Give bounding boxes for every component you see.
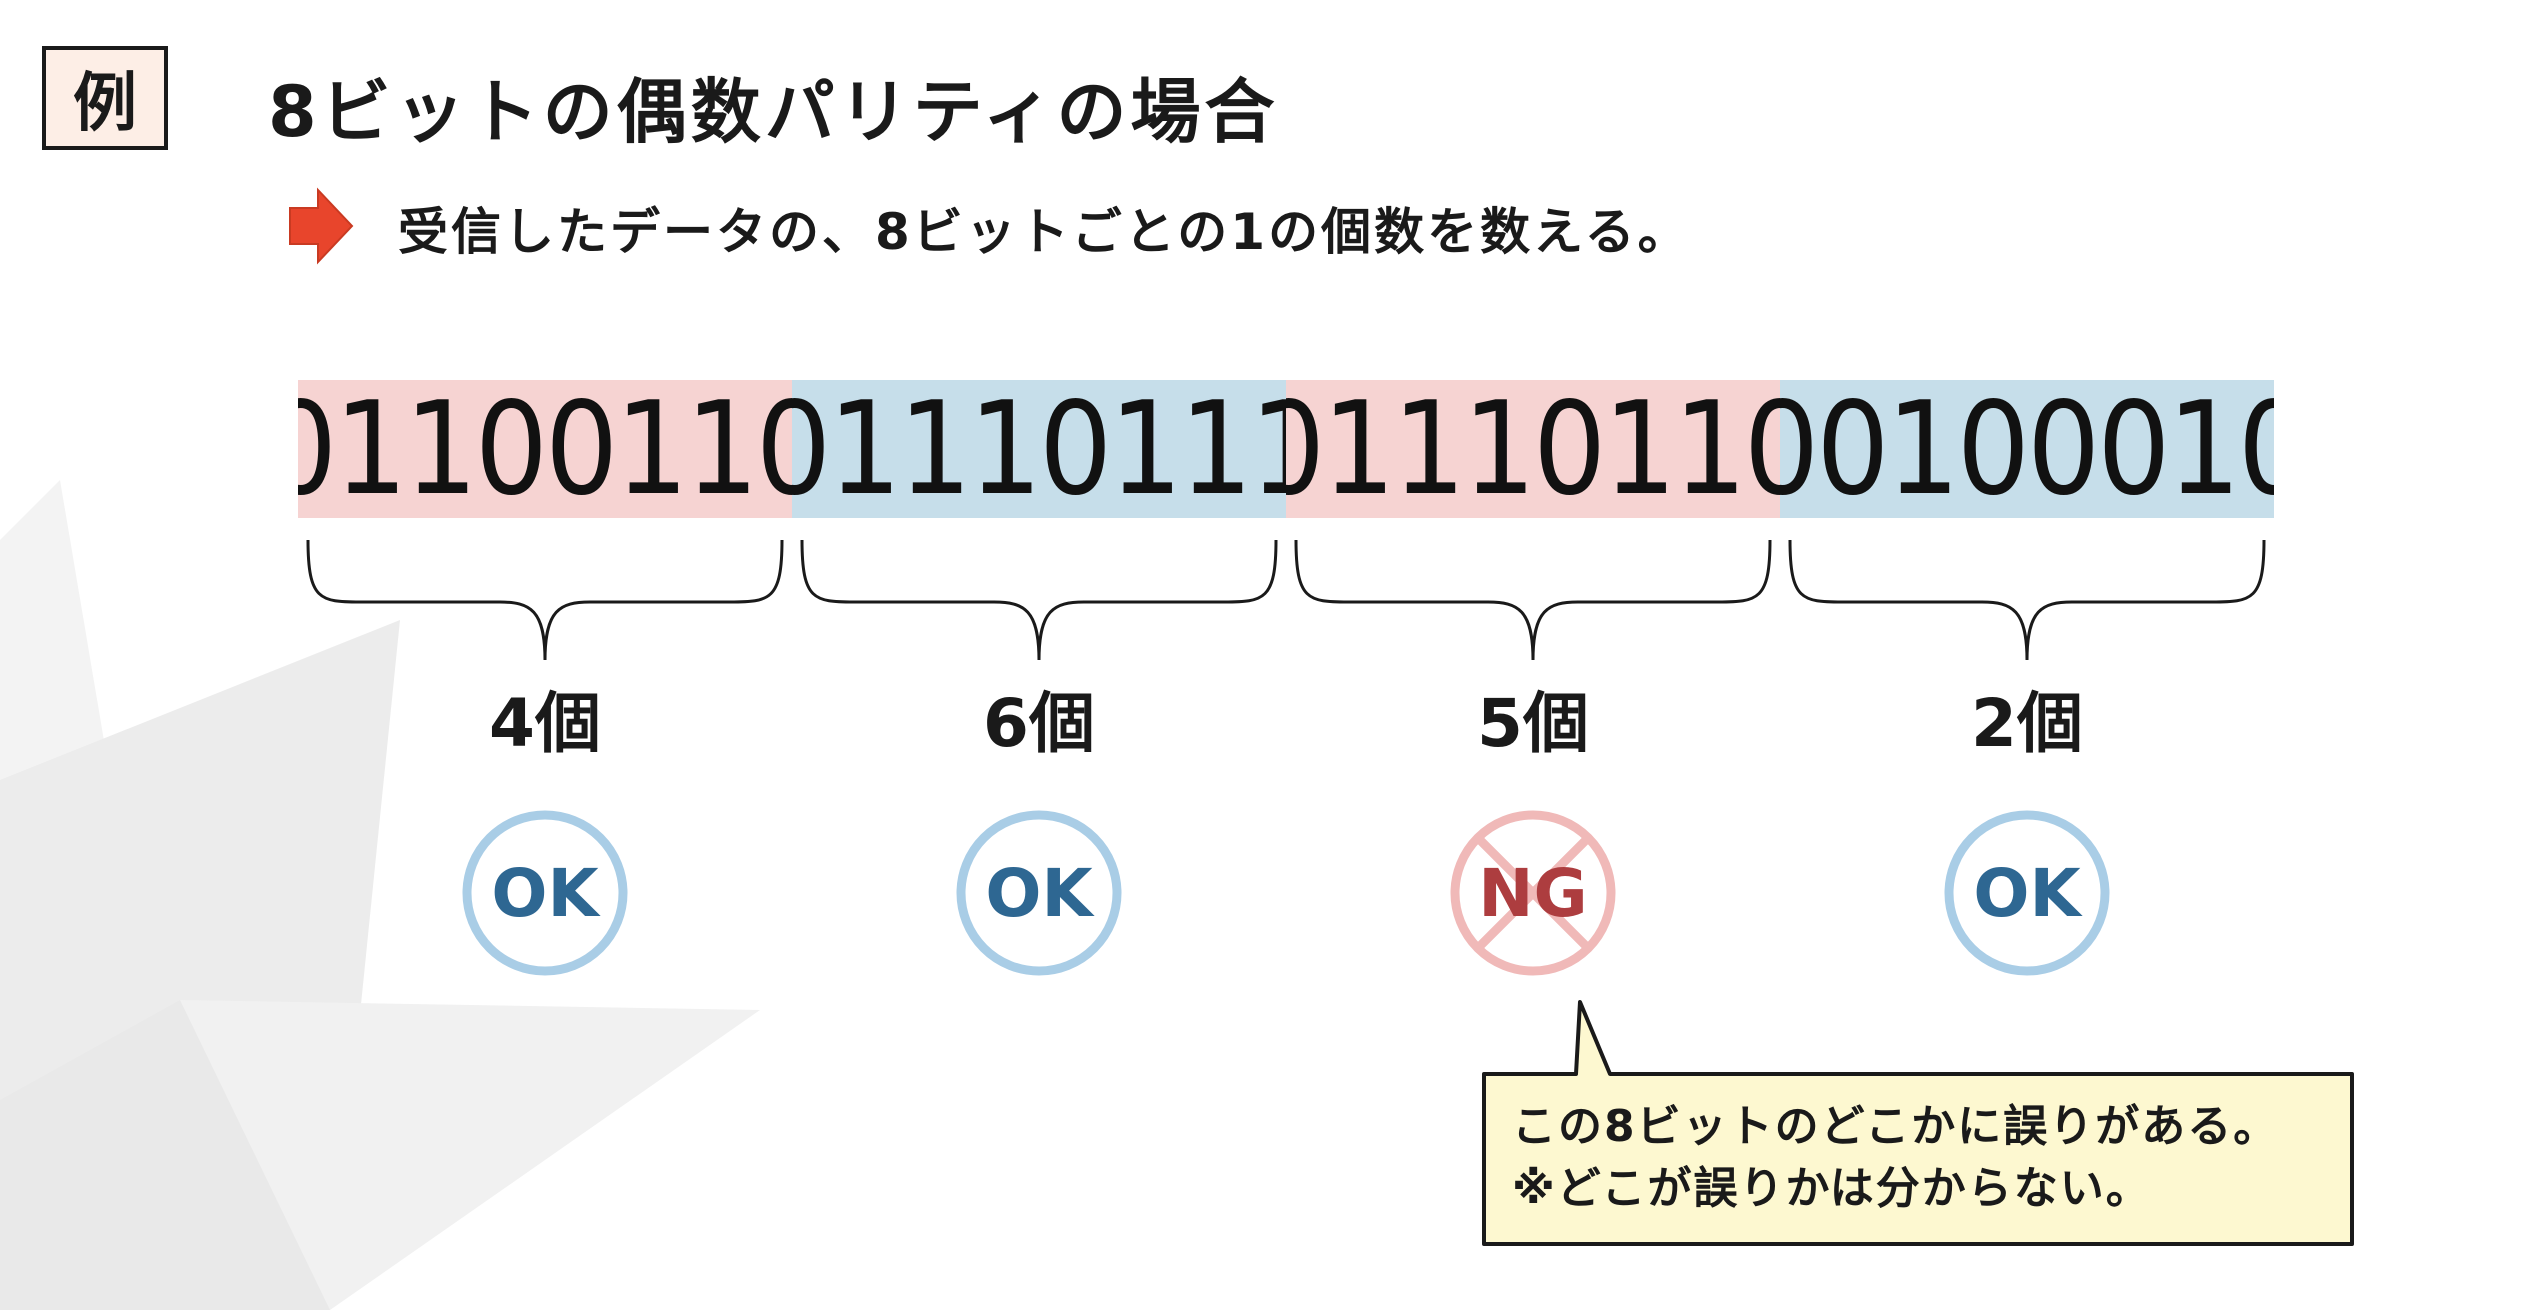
bit-count-label: 2個 [1971,685,2083,762]
callout-line: ※どこが誤りかは分からない。 [1512,1163,2152,1214]
bit-count-label: 5個 [1477,685,1589,762]
right-arrow-icon [289,187,354,265]
subtitle: 受信したデータの、8ビットごとの1の個数を数える。 [398,203,1691,261]
result-label: NG [1478,855,1587,932]
result-label: OK [985,855,1095,932]
bit-count-label: 6個 [983,685,1095,762]
callout-text: この8ビットのどこかに誤りがある。 ※どこが誤りかは分からない。 [1512,1096,2279,1220]
bit-count-label: 4個 [489,685,601,762]
page-title: 8ビットの偶数パリティの場合 [268,71,1279,153]
result-label: OK [1973,855,2083,932]
byte-block: 01110110 [1286,380,1780,518]
callout-line: この8ビットのどこかに誤りがある。 [1512,1101,2280,1152]
ng-crossed-circle-icon: NG [1450,810,1616,976]
ok-circle-icon: OK [462,810,628,976]
ok-circle-icon: OK [1944,810,2110,976]
byte-block: 01100110 [298,380,792,518]
result-label: OK [491,855,601,932]
byte-block: 01110111 [792,380,1286,518]
byte-block: 00100010 [1780,380,2274,518]
ok-circle-icon: OK [956,810,1122,976]
example-label: 例 [42,46,168,150]
